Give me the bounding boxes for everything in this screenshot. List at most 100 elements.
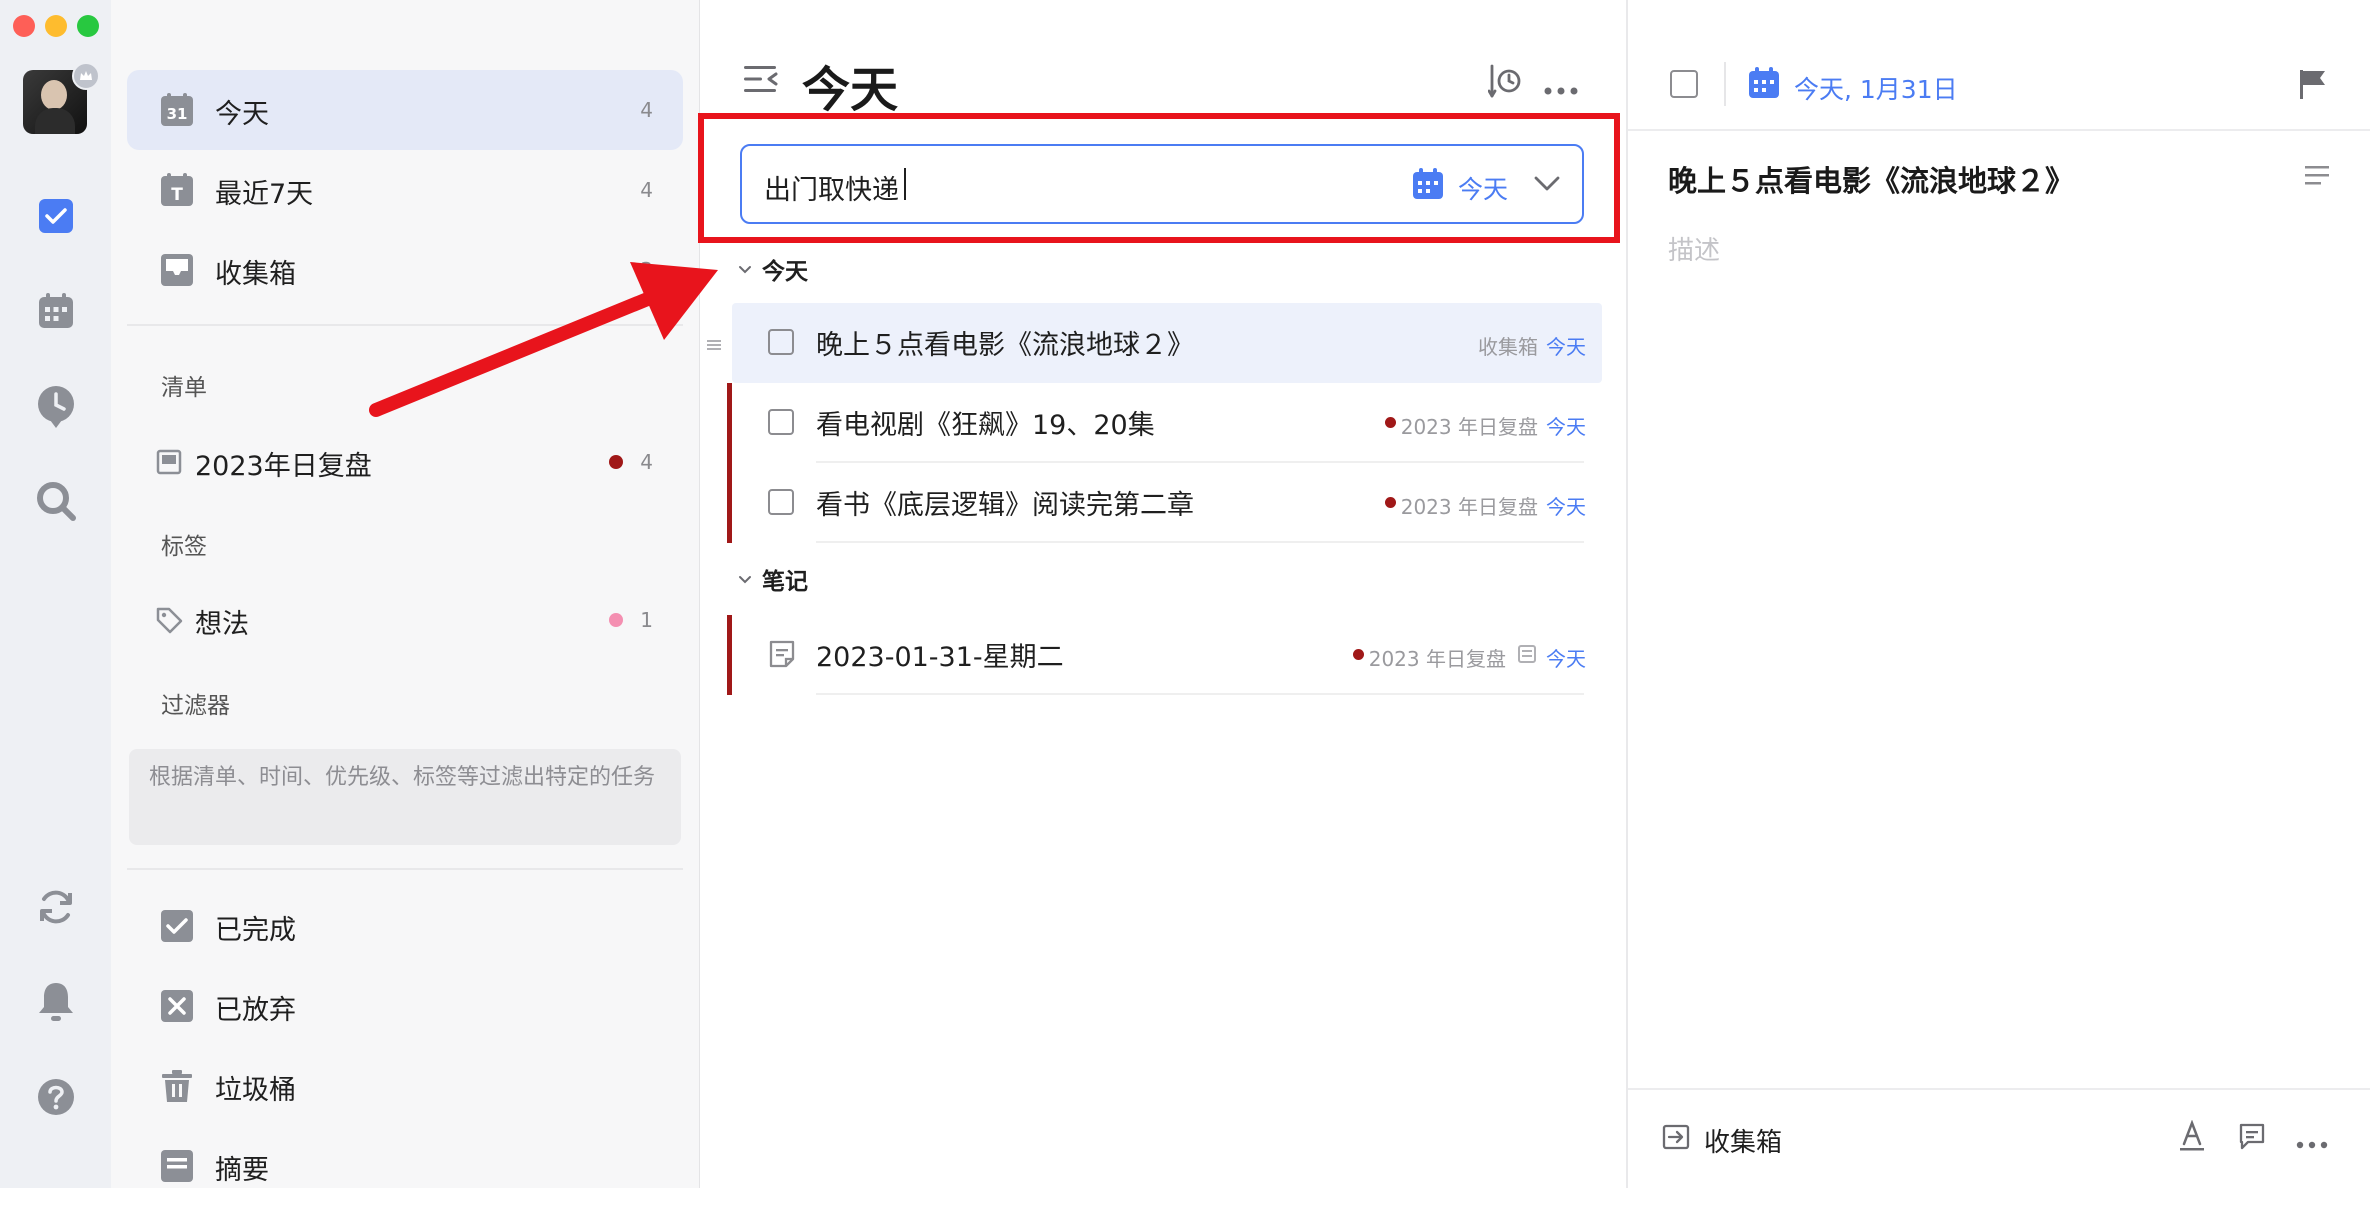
group-title-notes[interactable]: 笔记 <box>762 562 808 596</box>
note-content-icon <box>1518 645 1536 667</box>
sidebar-item-count: 4 <box>640 450 653 474</box>
chevron-down-icon[interactable] <box>1534 176 1560 196</box>
detail-checkbox[interactable] <box>1670 70 1698 98</box>
list-icon <box>151 444 187 480</box>
note-title: 2023-01-31-星期二 <box>816 642 1064 673</box>
pomodoro-clock-icon[interactable] <box>33 383 79 429</box>
chevron-down-icon[interactable] <box>738 570 752 589</box>
zoom-window-button[interactable] <box>77 15 99 37</box>
task-title: 看书《底层逻辑》阅读完第二章 <box>816 490 1194 521</box>
sidebar-item-completed[interactable]: 已完成 <box>127 886 683 966</box>
sidebar-item-inbox[interactable]: 收集箱 3 <box>127 230 683 310</box>
note-row[interactable]: 2023-01-31-星期二 2023 年日复盘 今天 <box>727 615 1602 695</box>
task-date[interactable]: 今天 <box>1546 331 1586 360</box>
text-format-icon[interactable] <box>2304 164 2330 190</box>
note-icon <box>768 639 796 673</box>
group-title-today[interactable]: 今天 <box>762 252 808 286</box>
task-row[interactable]: 晚上５点看电影《流浪地球２》 收集箱 今天 <box>732 303 1602 383</box>
abandoned-icon <box>159 988 195 1024</box>
task-date[interactable]: 今天 <box>1546 411 1586 440</box>
detail-title[interactable]: 晚上５点看电影《流浪地球２》 <box>1668 158 2074 200</box>
svg-text:31: 31 <box>167 105 188 123</box>
summary-icon <box>159 1148 195 1184</box>
list-color-dot <box>1385 497 1396 508</box>
svg-text:T: T <box>171 185 183 205</box>
sidebar-divider <box>127 324 683 326</box>
close-window-button[interactable] <box>13 15 35 37</box>
note-list-name: 2023 年日复盘 <box>1368 647 1506 671</box>
list-color-dot <box>1353 649 1364 660</box>
calendar-date-icon[interactable] <box>1748 67 1780 103</box>
calendar-week-icon: T <box>159 172 195 208</box>
detail-date[interactable]: 今天, 1月31日 <box>1794 70 1958 106</box>
priority-bar <box>727 615 732 695</box>
sidebar-item-count: 4 <box>640 98 653 122</box>
sidebar-item-summary[interactable]: 摘要 <box>127 1126 683 1206</box>
sidebar-item-list-2023-review[interactable]: 2023年日复盘 4 <box>127 422 683 502</box>
font-style-icon[interactable] <box>2178 1119 2206 1156</box>
note-date[interactable]: 今天 <box>1546 643 1586 672</box>
task-checkbox[interactable] <box>768 329 794 355</box>
crown-badge-icon <box>72 62 100 90</box>
description-input[interactable]: 描述 <box>1668 230 1720 267</box>
more-options-icon[interactable] <box>1544 80 1578 99</box>
sidebar-item-label: 摘要 <box>215 1155 269 1186</box>
app-rail <box>0 0 111 1188</box>
task-checkbox[interactable] <box>768 409 794 435</box>
row-divider <box>816 541 1584 543</box>
task-checkbox[interactable] <box>768 489 794 515</box>
sync-icon[interactable] <box>33 884 79 930</box>
task-list-name: 2023 年日复盘 <box>1400 495 1538 519</box>
task-title: 晚上５点看电影《流浪地球２》 <box>816 330 1194 361</box>
more-options-icon[interactable] <box>2296 1134 2328 1153</box>
task-check-icon[interactable] <box>33 193 79 239</box>
chevron-down-icon[interactable] <box>738 260 752 279</box>
sidebar-item-today[interactable]: 31 今天 4 <box>127 70 683 150</box>
priority-flag-icon[interactable] <box>2298 68 2328 104</box>
lists-section-title: 清单 <box>161 375 207 401</box>
sidebar-item-count: 3 <box>640 258 653 282</box>
sidebar-item-tag-idea[interactable]: 想法 1 <box>127 580 683 660</box>
sidebar-item-label: 2023年日复盘 <box>195 451 372 482</box>
notification-bell-icon[interactable] <box>33 979 79 1025</box>
add-task-date-label[interactable]: 今天 <box>1458 170 1508 206</box>
priority-bar <box>727 463 732 543</box>
sidebar: 31 今天 4 T 最近7天 4 收集箱 3 清单 2023年日复盘 4 标签 … <box>111 0 700 1188</box>
calendar-icon[interactable] <box>33 288 79 334</box>
task-detail-pane: 今天, 1月31日 晚上５点看电影《流浪地球２》 描述 收集箱 <box>1626 0 2370 1188</box>
task-list-name: 收集箱 <box>1478 335 1538 359</box>
sidebar-item-next-7-days[interactable]: T 最近7天 4 <box>127 150 683 230</box>
add-task-value: 出门取快递 <box>764 175 899 206</box>
header-divider <box>1724 62 1726 106</box>
detail-footer-divider <box>1628 1088 2370 1090</box>
search-icon[interactable] <box>33 478 79 524</box>
toggle-sidebar-icon[interactable] <box>742 64 778 98</box>
filters-section-title: 过滤器 <box>161 693 230 719</box>
task-list-pane: 今天 出门取快递 今天 今天 晚上５点看电影《流浪地球２》 收集箱 今天 看电视… <box>700 0 1626 1188</box>
task-row[interactable]: 看书《底层逻辑》阅读完第二章 2023 年日复盘 今天 <box>727 463 1602 543</box>
filters-hint[interactable]: 根据清单、时间、优先级、标签等过滤出特定的任务 <box>129 749 681 845</box>
sidebar-item-trash[interactable]: 垃圾桶 <box>127 1046 683 1126</box>
sidebar-item-label: 今天 <box>215 99 269 130</box>
minimize-window-button[interactable] <box>45 15 67 37</box>
text-cursor <box>904 168 906 200</box>
comment-icon[interactable] <box>2238 1122 2266 1154</box>
sidebar-item-count: 1 <box>640 608 653 632</box>
priority-bar <box>727 383 732 463</box>
sidebar-item-abandoned[interactable]: 已放弃 <box>127 966 683 1046</box>
task-row[interactable]: 看电视剧《狂飙》19、20集 2023 年日复盘 今天 <box>727 383 1602 463</box>
task-title: 看电视剧《狂飙》19、20集 <box>816 410 1155 441</box>
sidebar-item-label: 垃圾桶 <box>215 1075 296 1106</box>
sidebar-item-label: 已放弃 <box>215 995 296 1026</box>
sidebar-item-label: 最近7天 <box>215 179 314 210</box>
add-task-input[interactable]: 出门取快递 今天 <box>740 144 1584 224</box>
move-to-list-icon[interactable] <box>1662 1124 1690 1154</box>
help-icon[interactable] <box>33 1074 79 1120</box>
task-date[interactable]: 今天 <box>1546 491 1586 520</box>
drag-handle-icon[interactable] <box>706 336 722 355</box>
list-color-dot <box>609 455 623 469</box>
detail-list-name[interactable]: 收集箱 <box>1704 1122 1782 1159</box>
tag-icon <box>151 602 187 638</box>
history-icon[interactable] <box>1487 64 1522 102</box>
calendar-date-icon[interactable] <box>1412 168 1444 204</box>
